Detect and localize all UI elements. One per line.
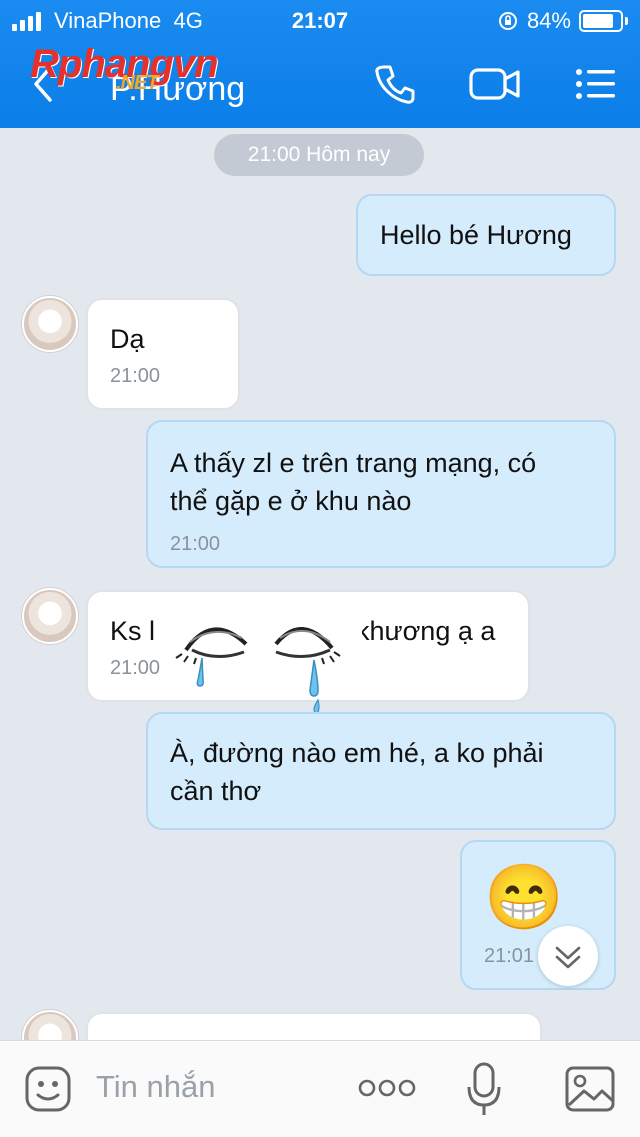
- video-icon[interactable]: [468, 62, 522, 106]
- message-text-line: A thấy zl e trên trang mạng, có: [170, 448, 537, 478]
- message-sent[interactable]: Hello bé Hương: [356, 194, 616, 276]
- grinning-emoji: 😁: [484, 861, 564, 933]
- crying-eyes-sticker: [172, 602, 362, 714]
- app-header: VinaPhone 4G 21:07 84% P.Hương Rphangvn.…: [0, 0, 640, 128]
- message-text: Hello bé Hương: [380, 220, 572, 250]
- status-bar: VinaPhone 4G 21:07 84%: [0, 8, 640, 34]
- image-icon[interactable]: [564, 1065, 616, 1113]
- message-text-start: Ks l: [110, 616, 156, 646]
- nav-bar: P.Hương Rphangvn .NET: [0, 42, 640, 116]
- battery-icon: [579, 10, 623, 32]
- phone-icon[interactable]: [372, 62, 416, 106]
- message-received[interactable]: Dạ 21:00: [86, 298, 240, 410]
- message-time: 21:00: [170, 533, 221, 555]
- message-input[interactable]: Tin nhắn: [96, 1069, 216, 1105]
- battery-indicator: 84%: [497, 8, 628, 34]
- mic-icon[interactable]: [466, 1061, 502, 1117]
- battery-percent: 84%: [526, 8, 571, 33]
- more-icon[interactable]: [358, 1077, 416, 1099]
- rotation-lock-icon: [498, 12, 517, 30]
- scroll-down-button[interactable]: [538, 926, 598, 986]
- date-separator: 21:00 Hôm nay: [214, 134, 424, 176]
- message-sent[interactable]: A thấy zl e trên trang mạng, có thể gặp …: [146, 420, 616, 568]
- message-text: Dạ: [110, 324, 145, 354]
- message-text-line: cần thơ: [170, 776, 262, 806]
- message-sent[interactable]: À, đường nào em hé, a ko phải cần thơ: [146, 712, 616, 830]
- watermark-logo: Rphangvn .NET: [30, 42, 219, 94]
- message-text-line: thể gặp e ở khu nào: [170, 486, 412, 516]
- avatar[interactable]: [22, 588, 78, 644]
- message-text-end: khương ạ a: [356, 616, 496, 646]
- sticker-icon[interactable]: [24, 1065, 72, 1113]
- avatar[interactable]: [22, 1010, 78, 1040]
- message-received[interactable]: [86, 1012, 542, 1040]
- composer-bar: Tin nhắn: [0, 1040, 640, 1137]
- avatar[interactable]: [22, 296, 78, 352]
- chat-area[interactable]: 21:00 Hôm nay Hello bé Hương Dạ 21:00 A …: [0, 128, 640, 1040]
- message-text-line: À, đường nào em hé, a ko phải: [170, 738, 544, 768]
- message-time: 21:00: [110, 365, 161, 387]
- menu-icon[interactable]: [574, 62, 618, 106]
- scroll-down-icon: [555, 946, 581, 969]
